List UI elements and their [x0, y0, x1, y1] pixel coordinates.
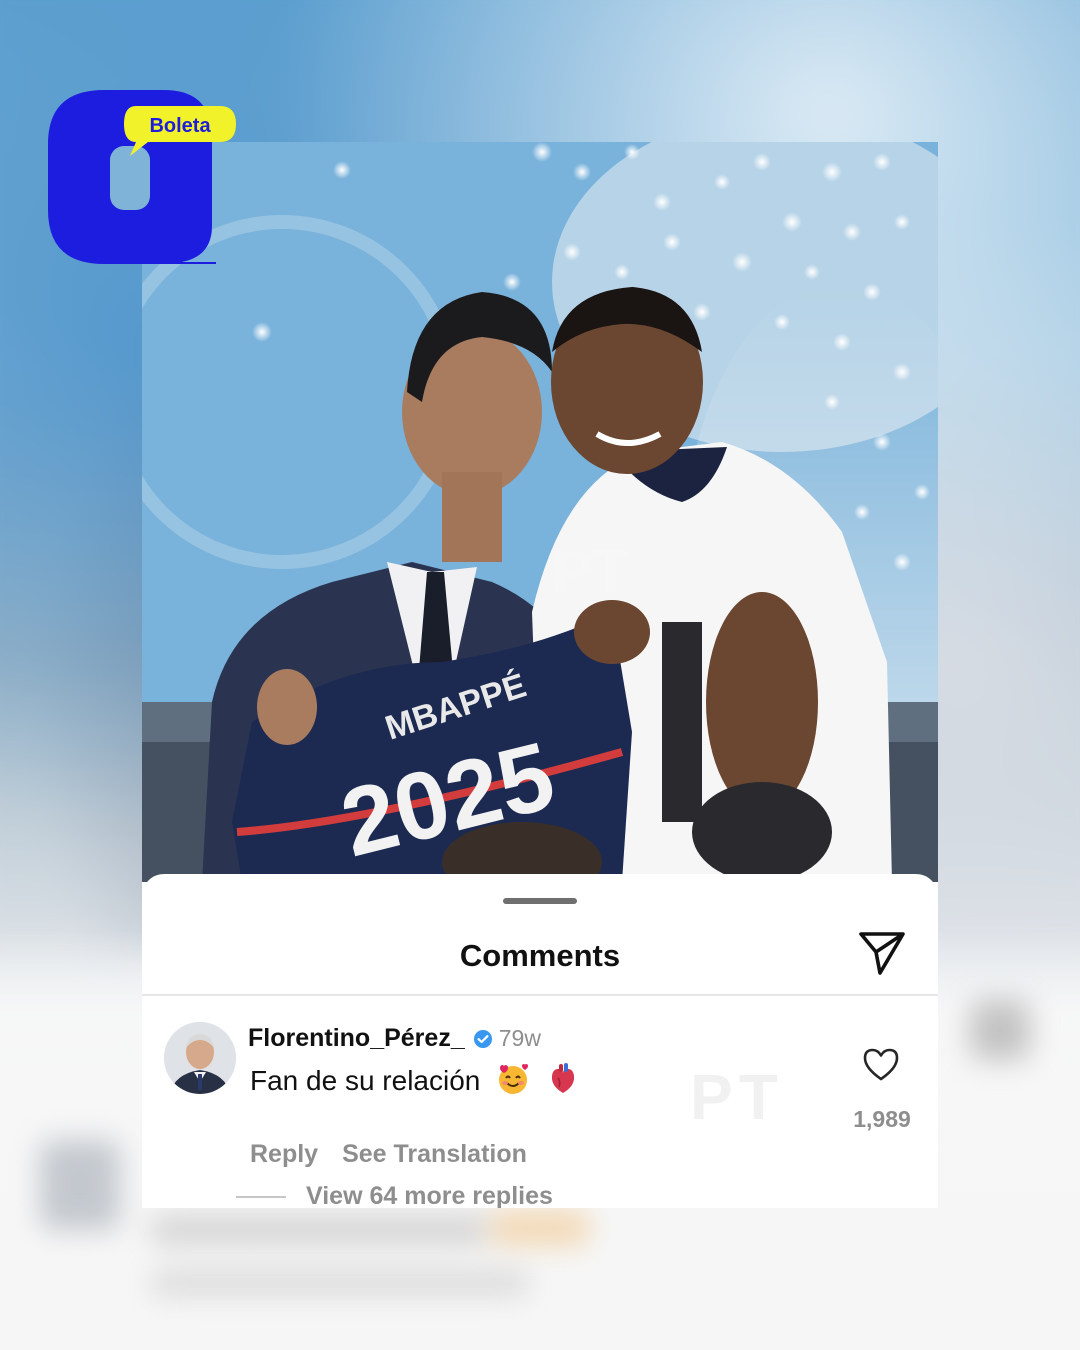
heart-icon[interactable]: [862, 1046, 900, 1082]
comment-body: Fan de su relación: [250, 1062, 580, 1097]
comment-text: Fan de su relación: [250, 1065, 481, 1096]
anatomical-heart-icon: [551, 1063, 574, 1093]
post-card: MBAPPÉ 2025 PT Comments Florentino_Pérez…: [142, 142, 938, 1208]
sheet-title: Comments: [459, 938, 621, 973]
comment-header: Florentino_Pérez_ 79w: [248, 1024, 541, 1053]
background-ghost-text: [150, 1215, 490, 1245]
background-ghost-actions: [150, 1270, 530, 1296]
comment-watermark: PT: [690, 1061, 784, 1133]
comments-sheet: Comments Florentino_Pérez_ 79w Fan de su…: [142, 874, 938, 1208]
comment-username[interactable]: Florentino_Pérez_: [248, 1024, 465, 1052]
comment-actions: Reply See Translation: [250, 1140, 527, 1169]
background-ghost-avatar: [40, 1140, 120, 1230]
background-ghost-emoji: [490, 1210, 590, 1246]
avatar[interactable]: [164, 1022, 236, 1094]
replies-line: [236, 1196, 286, 1198]
like-count: 1,989: [853, 1106, 911, 1132]
smiling-face-with-hearts-icon: [499, 1064, 529, 1094]
boleta-logo: Boleta: [44, 86, 244, 266]
post-photo: MBAPPÉ 2025 PT: [142, 142, 938, 882]
logo-text: Boleta: [149, 115, 211, 137]
photo-watermark: PT: [552, 538, 629, 605]
comment-timestamp: 79w: [498, 1025, 541, 1051]
view-more-replies-button[interactable]: View 64 more replies: [306, 1182, 553, 1208]
verified-badge-icon: [473, 1029, 492, 1048]
sheet-divider: [142, 994, 938, 996]
background-ghost-icon: [970, 1000, 1030, 1060]
see-translation-button[interactable]: See Translation: [342, 1140, 527, 1168]
send-icon[interactable]: [858, 930, 906, 976]
sheet-drag-handle[interactable]: [503, 898, 577, 904]
reply-button[interactable]: Reply: [250, 1140, 318, 1168]
